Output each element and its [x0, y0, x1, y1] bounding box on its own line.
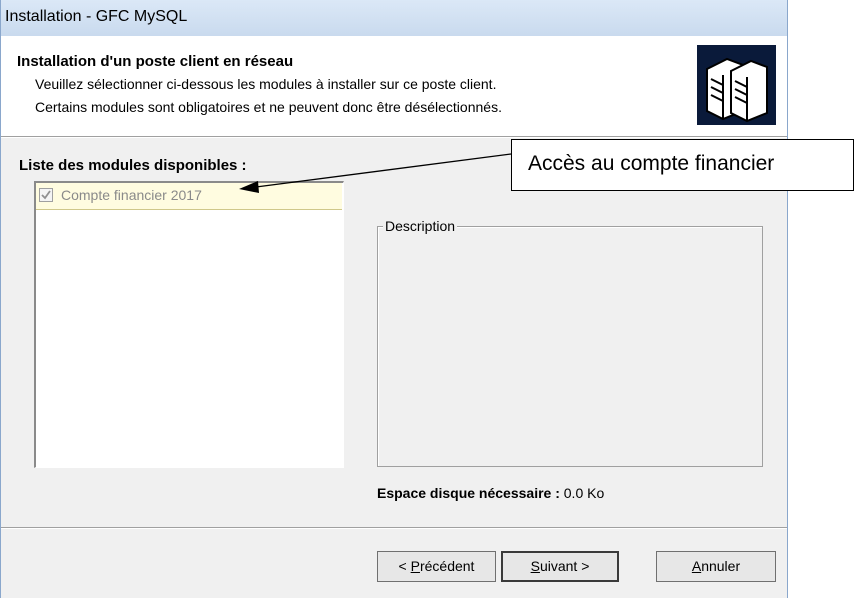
callout-arrow-icon	[239, 153, 512, 193]
annotation-callout: Accès au compte financier	[511, 139, 854, 191]
